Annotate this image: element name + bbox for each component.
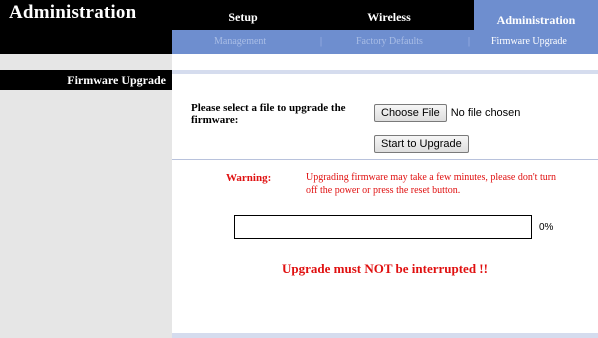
page-title: Administration xyxy=(9,2,137,23)
subnav-separator: | xyxy=(320,36,323,47)
divider xyxy=(172,159,598,160)
subtab-factory-defaults[interactable]: Factory Defaults xyxy=(356,30,423,54)
tab-setup[interactable]: Setup xyxy=(172,0,314,30)
interrupt-notice: Upgrade must NOT be interrupted !! xyxy=(282,261,488,276)
header: Administration Setup Wireless Administra… xyxy=(0,0,598,54)
choose-file-button[interactable]: Choose File xyxy=(374,104,447,122)
subnav-separator: | xyxy=(468,36,471,47)
content-top-strip xyxy=(172,70,598,74)
warning-text: Upgrading firmware may take a few minute… xyxy=(306,172,557,196)
main-content: Please select a file to upgrade the firm… xyxy=(172,54,598,338)
tab-wireless[interactable]: Wireless xyxy=(314,0,464,30)
warning-label: Warning: xyxy=(226,172,272,184)
brand-block: Administration xyxy=(0,0,172,54)
subtab-management[interactable]: Management xyxy=(214,30,266,54)
top-nav: Setup Wireless Administration xyxy=(172,0,598,30)
start-upgrade-button[interactable]: Start to Upgrade xyxy=(374,135,469,153)
select-file-label: Please select a file to upgrade the firm… xyxy=(191,102,346,126)
progress-bar xyxy=(234,215,532,239)
subtab-firmware-upgrade[interactable]: Firmware Upgrade xyxy=(491,30,567,54)
sub-nav: Management | Factory Defaults | Firmware… xyxy=(172,30,598,54)
sidebar-section-title: Firmware Upgrade xyxy=(0,70,172,90)
progress-percent: 0% xyxy=(539,222,554,233)
content-bottom-strip xyxy=(172,333,598,338)
file-status-text: No file chosen xyxy=(450,107,521,119)
file-input[interactable]: Choose File No file chosen xyxy=(374,104,520,124)
tab-administration[interactable]: Administration xyxy=(474,0,598,30)
sidebar: Firmware Upgrade xyxy=(0,54,172,338)
